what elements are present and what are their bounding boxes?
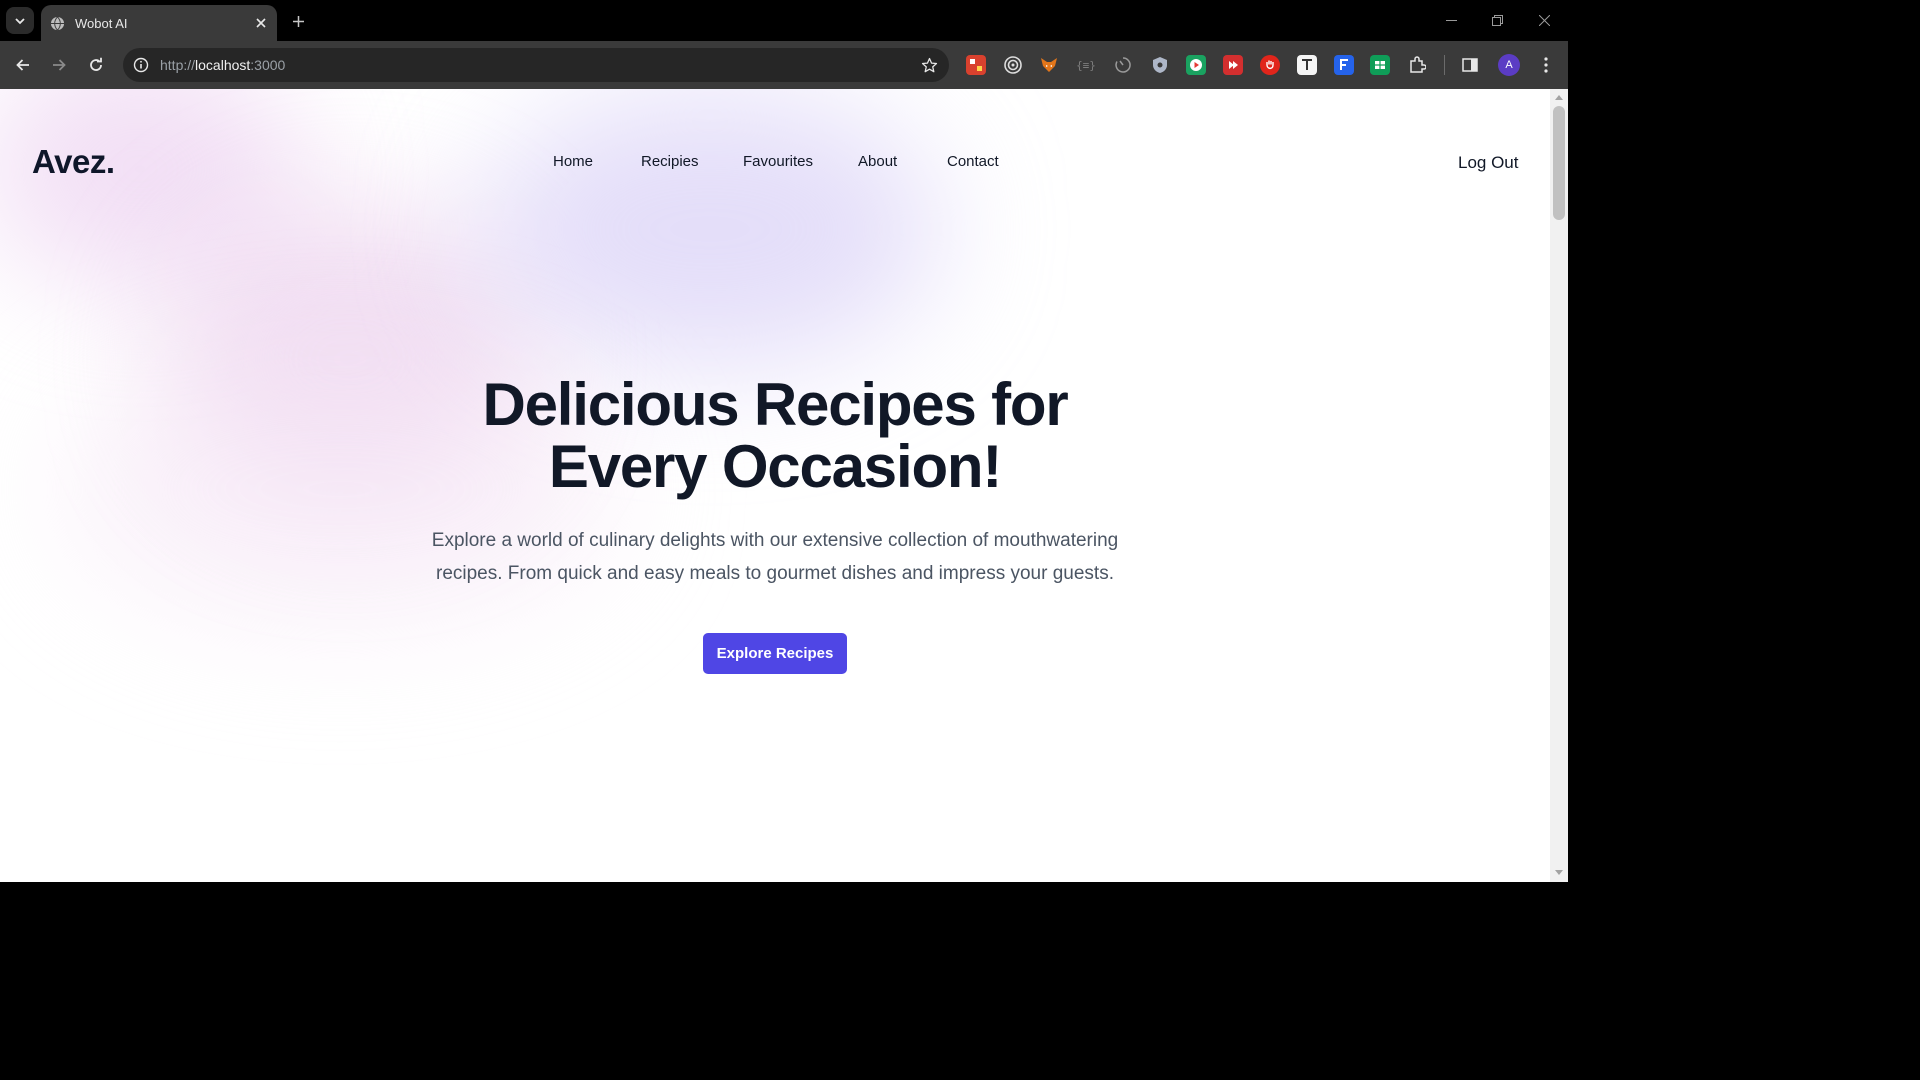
red-hand-icon[interactable]: [1260, 55, 1280, 75]
tab-title: Wobot AI: [75, 15, 128, 31]
fox-icon[interactable]: [1039, 55, 1059, 75]
address-bar[interactable]: http://localhost:3000: [123, 48, 949, 82]
close-tab-icon[interactable]: [249, 11, 273, 35]
site-info-icon[interactable]: [131, 55, 151, 75]
new-tab-button[interactable]: [285, 9, 311, 33]
reload-button[interactable]: [82, 51, 110, 79]
logout-link[interactable]: Log Out: [1458, 153, 1519, 173]
nav-link-contact[interactable]: Contact: [947, 153, 999, 170]
braces-icon[interactable]: {≡}: [1076, 55, 1096, 75]
hero-title-line-1: Delicious Recipes for: [482, 371, 1069, 438]
text-t-icon[interactable]: [1297, 55, 1317, 75]
hero-description: Explore a world of culinary delights wit…: [431, 530, 1119, 584]
url-text[interactable]: http://localhost:3000: [160, 57, 285, 73]
nav-link-about[interactable]: About: [858, 153, 897, 170]
arrow-left-icon: [16, 59, 29, 71]
puzzle-icon[interactable]: [1407, 55, 1427, 75]
side-panel-icon[interactable]: [1460, 55, 1480, 75]
explore-recipes-button[interactable]: Explore Recipes: [702, 633, 848, 674]
url-scheme: http://: [160, 57, 196, 73]
scrollbar-thumb[interactable]: [1553, 106, 1565, 220]
profile-avatar[interactable]: A: [1498, 54, 1520, 76]
chevron-down-icon: [15, 17, 25, 24]
target-icon[interactable]: [1003, 55, 1023, 75]
nav-link-home[interactable]: Home: [553, 153, 593, 170]
shield-icon[interactable]: [1150, 55, 1170, 75]
page-viewport: Avez. Home Recipies Favourites About Con…: [0, 89, 1550, 882]
page-scrollbar[interactable]: [1550, 89, 1568, 882]
url-port: :3000: [250, 57, 286, 73]
url-host: localhost: [195, 57, 251, 73]
background-glow: [480, 89, 940, 369]
toolbar-separator: [1444, 55, 1445, 75]
colorful-puzzle-icon[interactable]: [966, 55, 986, 75]
kebab-menu-icon[interactable]: [1536, 55, 1556, 75]
browser-toolbar: http://localhost:3000 {≡} A: [0, 41, 1568, 89]
red-play-icon[interactable]: [1223, 55, 1243, 75]
blue-f-icon[interactable]: [1334, 55, 1354, 75]
scroll-down-arrow-icon[interactable]: [1554, 868, 1564, 878]
green-play-icon[interactable]: [1186, 55, 1206, 75]
browser-tab-strip: Wobot AI: [0, 0, 1568, 41]
tab-search-button[interactable]: [6, 7, 34, 34]
timer-icon[interactable]: [1113, 55, 1133, 75]
minimize-button[interactable]: [1428, 4, 1474, 36]
bookmark-star-icon[interactable]: [919, 55, 939, 75]
svg-text:{≡}: {≡}: [1077, 59, 1095, 72]
hero-title: Delicious Recipes for Every Occasion!: [0, 374, 1550, 498]
minimize-icon: [1445, 19, 1457, 21]
green-sheet-icon[interactable]: [1370, 55, 1390, 75]
globe-icon: [50, 16, 65, 31]
hero-section: Delicious Recipes for Every Occasion! Ex…: [0, 374, 1550, 674]
nav-link-recipes[interactable]: Recipies: [641, 153, 699, 170]
restore-button[interactable]: [1474, 4, 1520, 36]
reload-icon: [90, 57, 102, 71]
nav-link-favourites[interactable]: Favourites: [743, 153, 813, 170]
restore-icon: [1491, 14, 1503, 26]
forward-button[interactable]: [45, 51, 73, 79]
plus-icon: [292, 15, 304, 27]
close-window-button[interactable]: [1521, 4, 1567, 36]
browser-tab[interactable]: Wobot AI: [41, 5, 277, 41]
arrow-right-icon: [53, 59, 66, 71]
close-icon: [1538, 14, 1550, 26]
site-logo[interactable]: Avez.: [32, 143, 115, 181]
back-button[interactable]: [9, 51, 37, 79]
scroll-up-arrow-icon[interactable]: [1554, 92, 1564, 102]
hero-title-line-2: Every Occasion!: [548, 433, 1002, 500]
